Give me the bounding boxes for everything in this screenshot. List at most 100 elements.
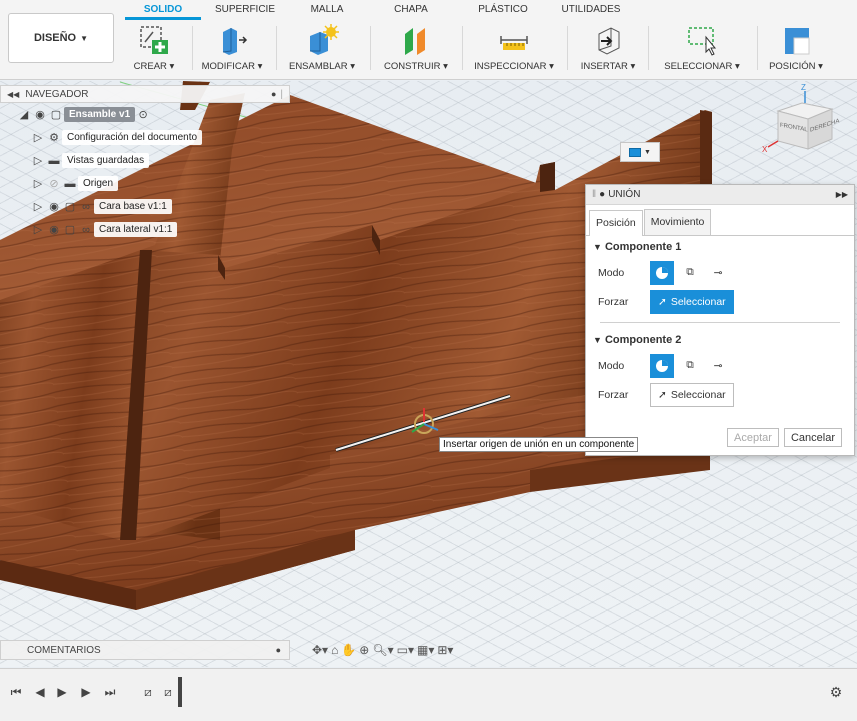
tab-superficie[interactable]: SUPERFICIE xyxy=(201,0,289,20)
component1-snap-row: Forzar ➚ Seleccionar xyxy=(586,287,854,316)
step-back-icon[interactable]: ◀ xyxy=(32,684,48,700)
two-edge-intersection-icon[interactable]: ⊸ xyxy=(706,261,730,285)
component1-select-button[interactable]: ➚ Seleccionar xyxy=(650,289,734,314)
tree-item-origin[interactable]: ▷ ⊘ ▬ Origen xyxy=(0,172,290,195)
tree-item-side[interactable]: ▷ ◉ ▢ ∞ Cara lateral v1:1 xyxy=(0,218,290,241)
ensamblar-group[interactable]: ENSAMBLAR ▾ xyxy=(283,22,361,78)
insert-icon xyxy=(591,22,625,58)
pin-icon[interactable]: ● xyxy=(271,89,276,99)
ensamblar-label: ENSAMBLAR xyxy=(288,61,348,72)
timeline-feature-icon[interactable]: ⧄ xyxy=(160,684,176,700)
construir-label: CONSTRUIR xyxy=(384,61,441,72)
crear-group[interactable]: CREAR ▾ xyxy=(130,22,178,78)
two-edge-intersection-icon[interactable]: ⊸ xyxy=(706,354,730,378)
display-mode-button[interactable]: ▼ xyxy=(620,142,660,162)
gear-icon[interactable]: ⚙ xyxy=(828,684,844,700)
panel-divider-icon: | xyxy=(280,88,283,100)
seleccionar-group[interactable]: SELECCIONAR ▾ xyxy=(660,22,744,78)
dialog-header[interactable]: ‖ ● UNIÓN ▶▶ xyxy=(586,185,854,205)
component2-section[interactable]: ▼ Componente 2 xyxy=(586,329,854,351)
viewports-icon[interactable]: ⊞▾ xyxy=(437,643,453,657)
picture-icon xyxy=(629,147,642,157)
tab-malla[interactable]: MALLA xyxy=(289,0,365,20)
comments-panel[interactable]: COMENTARIOS ● xyxy=(0,640,290,660)
between-two-faces-icon[interactable]: ⧉ xyxy=(678,261,702,285)
collapse-icon[interactable]: ◀◀ xyxy=(7,90,19,99)
folder-icon: ▬ xyxy=(64,177,76,190)
eye-icon[interactable]: ◉ xyxy=(46,200,62,213)
timeline-marker[interactable] xyxy=(178,677,182,707)
measure-icon xyxy=(497,22,531,58)
workspace-switcher[interactable]: DISEÑO ▼ xyxy=(8,13,114,63)
tab-chapa[interactable]: CHAPA xyxy=(365,0,457,20)
mode-label: Modo xyxy=(598,266,625,279)
component1-section[interactable]: ▼ Componente 1 xyxy=(586,236,854,258)
fit-icon[interactable]: 🔍︎▾ xyxy=(372,643,393,657)
simple-mode-icon[interactable] xyxy=(650,260,674,285)
go-to-end-icon[interactable]: ⏭ xyxy=(102,684,118,700)
add-comment-icon[interactable]: ● xyxy=(276,645,281,655)
z-axis-label: Z xyxy=(801,83,806,92)
navigator-header[interactable]: ◀◀ NAVEGADOR ● | xyxy=(0,85,290,103)
tree-item-base[interactable]: ▷ ◉ ▢ ∞ Cara base v1:1 xyxy=(0,195,290,218)
simple-mode-icon[interactable] xyxy=(650,353,674,378)
tab-solido[interactable]: SOLIDO xyxy=(125,0,201,20)
eye-hidden-icon[interactable]: ⊘ xyxy=(46,177,62,190)
inspeccionar-group[interactable]: INSPECCIONAR ▾ xyxy=(472,22,556,78)
grid-settings-icon[interactable]: ▦▾ xyxy=(417,643,434,657)
insertar-group[interactable]: INSERTAR ▾ xyxy=(578,22,638,78)
eye-icon[interactable]: ◉ xyxy=(46,223,62,236)
tab-movimiento[interactable]: Movimiento xyxy=(643,209,712,235)
expand-right-icon[interactable]: ▷ xyxy=(30,154,46,167)
component2-snap-row: Forzar ➚ Seleccionar xyxy=(586,380,854,409)
display-settings-icon[interactable]: ▭▾ xyxy=(397,643,414,657)
pan-icon[interactable]: ✋ xyxy=(341,643,356,657)
expand-down-icon[interactable]: ◢ xyxy=(16,108,32,121)
go-to-start-icon[interactable]: ⏮ xyxy=(8,684,24,700)
posicion-group[interactable]: POSICIÓN ▾ xyxy=(766,22,826,78)
modificar-group[interactable]: MODIFICAR ▾ xyxy=(198,22,266,78)
grip-icon[interactable]: ‖ xyxy=(592,189,596,200)
crear-label: CREAR xyxy=(133,61,167,72)
timeline-feature-icon[interactable]: ⧄ xyxy=(140,684,156,700)
seleccionar-label: SELECCIONAR xyxy=(664,61,733,72)
step-forward-icon[interactable]: ▶ xyxy=(78,684,94,700)
tree-root[interactable]: ◢ ◉ ▢ Ensamble v1 ⊙ xyxy=(0,103,290,126)
tab-posicion[interactable]: Posición xyxy=(589,210,643,236)
ok-button[interactable]: Aceptar xyxy=(727,428,779,447)
component2-select-button[interactable]: ➚ Seleccionar xyxy=(650,382,734,407)
workspace-label: DISEÑO xyxy=(33,32,77,44)
play-icon[interactable]: ▶ xyxy=(54,684,70,700)
press-pull-icon xyxy=(215,22,249,58)
eye-icon[interactable]: ◉ xyxy=(32,108,48,121)
dialog-footer: Aceptar Cancelar xyxy=(727,428,842,447)
component1-title: Componente 1 xyxy=(604,241,682,253)
viewcube[interactable]: FRONTAL DERECHA Z X xyxy=(760,83,850,169)
orbit-icon[interactable]: ✥▾ xyxy=(312,643,328,657)
expand-right-icon[interactable]: ▷ xyxy=(30,223,46,236)
expand-right-icon[interactable]: ▷ xyxy=(30,131,46,144)
select-label: Seleccionar xyxy=(670,295,726,308)
insertar-label: INSERTAR xyxy=(580,61,628,72)
component-icon: ▢ xyxy=(50,109,62,121)
tree-item-config[interactable]: ▷ ⚙ Configuración del documento xyxy=(0,126,290,149)
tree-item-label: Cara lateral v1:1 xyxy=(94,222,178,237)
gear-icon: ⚙ xyxy=(49,132,59,144)
tree-item-views[interactable]: ▷ ▬ Vistas guardadas xyxy=(0,149,290,172)
link-icon: ∞ xyxy=(82,223,90,236)
construir-group[interactable]: CONSTRUIR ▾ xyxy=(378,22,454,78)
separator xyxy=(370,26,371,70)
expand-right-icon[interactable]: ▷ xyxy=(30,200,46,213)
zoom-icon[interactable]: ⊕ xyxy=(359,643,369,657)
tab-utilidades[interactable]: UTILIDADES xyxy=(549,0,633,20)
look-at-icon[interactable]: ⌂ xyxy=(331,643,338,657)
cursor-icon: ➚ xyxy=(658,388,667,401)
collapse-down-icon: ▼ xyxy=(593,242,602,252)
between-two-faces-icon[interactable]: ⧉ xyxy=(678,354,702,378)
expand-icon[interactable]: ▶▶ xyxy=(836,190,848,199)
tab-plastico[interactable]: PLÁSTICO xyxy=(457,0,549,20)
activate-radio-icon[interactable]: ⊙ xyxy=(135,108,151,121)
expand-right-icon[interactable]: ▷ xyxy=(30,177,46,190)
separator xyxy=(462,26,463,70)
cancel-button[interactable]: Cancelar xyxy=(783,428,842,447)
